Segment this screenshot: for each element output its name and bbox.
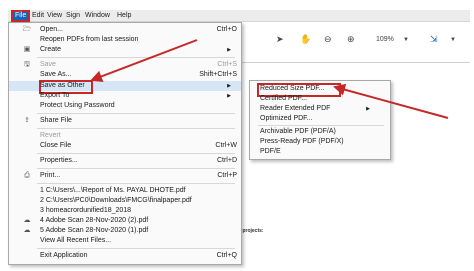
- zoom-level[interactable]: 109%: [376, 36, 394, 43]
- menu-file[interactable]: File: [11, 10, 31, 22]
- menu-item-create[interactable]: ▣ Create ▶: [9, 45, 241, 55]
- save-as-other-submenu: Reduced Size PDF... Certified PDF... Rea…: [249, 80, 391, 160]
- submenu-arrow-icon: ▶: [227, 47, 231, 53]
- share-icon: ⇪: [24, 117, 30, 124]
- print-icon: ⎙: [24, 172, 30, 179]
- submenu-arrow-icon: ▶: [227, 93, 231, 99]
- menu-item-view-all-recent[interactable]: View All Recent Files...: [9, 236, 241, 246]
- file-menu: 🗁 Open... Ctrl+O Reopen PDFs from last s…: [8, 22, 242, 265]
- submenu-arrow-icon: ▶: [366, 106, 370, 112]
- cursor-icon[interactable]: ➤: [276, 34, 284, 45]
- menu-edit[interactable]: Edit: [30, 10, 46, 21]
- chevron-down-icon[interactable]: ▼: [450, 37, 456, 43]
- menu-item-properties[interactable]: Properties... Ctrl+D: [9, 156, 241, 166]
- menu-separator: [37, 168, 235, 169]
- menu-separator: [37, 248, 235, 249]
- menu-item-reopen[interactable]: Reopen PDFs from last session: [9, 35, 241, 45]
- menu-item-exit[interactable]: Exit Application Ctrl+Q: [9, 251, 241, 261]
- menu-item-share-file[interactable]: ⇪ Share File: [9, 116, 241, 126]
- menu-bar: File Edit View Sign Window Help: [8, 10, 470, 22]
- fit-page-icon[interactable]: ⇲: [430, 34, 438, 45]
- hand-icon[interactable]: ✋: [300, 34, 311, 45]
- menu-item-print[interactable]: ⎙ Print... Ctrl+P: [9, 171, 241, 181]
- menu-item-save[interactable]: 🖫 Save Ctrl+S: [9, 60, 241, 70]
- menu-item-open[interactable]: 🗁 Open... Ctrl+O: [9, 25, 241, 35]
- menu-sign[interactable]: Sign: [64, 10, 82, 21]
- menu-item-close-file[interactable]: Close File Ctrl+W: [9, 141, 241, 151]
- recent-file-3[interactable]: 3 homeacrordunified18_2018: [9, 206, 241, 216]
- menu-item-save-as-other[interactable]: Save as Other ▶: [9, 80, 241, 94]
- create-pdf-icon: ▣: [23, 46, 31, 53]
- menu-item-protect[interactable]: Protect Using Password: [9, 101, 241, 111]
- submenu-item-press-ready-pdf[interactable]: Press-Ready PDF (PDF/X): [250, 137, 390, 147]
- submenu-item-reader-extended[interactable]: Reader Extended PDF ▶: [250, 104, 390, 114]
- recent-file-2[interactable]: 2 C:\Users\PC0\Downloads\FMCG\finalpaper…: [9, 196, 241, 206]
- submenu-item-reduced-size-pdf[interactable]: Reduced Size PDF...: [250, 83, 390, 97]
- submenu-item-certified-pdf[interactable]: Certified PDF...: [250, 94, 390, 104]
- cloud-icon: ☁: [23, 217, 31, 224]
- menu-view[interactable]: View: [45, 10, 64, 21]
- menu-help[interactable]: Help: [115, 10, 133, 21]
- menu-separator: [37, 113, 235, 114]
- cloud-icon: ☁: [23, 227, 31, 234]
- submenu-item-archivable-pdf[interactable]: Archivable PDF (PDF/A): [250, 127, 390, 137]
- menu-item-export-to[interactable]: Export To ▶: [9, 91, 241, 101]
- chevron-down-icon[interactable]: ▼: [403, 37, 409, 43]
- save-icon: 🖫: [24, 61, 30, 68]
- menu-window[interactable]: Window: [83, 10, 112, 21]
- submenu-arrow-icon: ▶: [227, 83, 231, 89]
- submenu-item-optimized-pdf[interactable]: Optimized PDF...: [250, 114, 390, 124]
- zoom-in-icon[interactable]: ⊕: [347, 34, 355, 45]
- menu-separator: [37, 128, 235, 129]
- submenu-item-pdf-e[interactable]: PDF/E: [250, 147, 390, 157]
- zoom-out-icon[interactable]: ⊖: [324, 34, 332, 45]
- app-window: File Edit View Sign Window Help ➤ ✋ ⊖ ⊕ …: [0, 0, 474, 271]
- menu-separator: [37, 183, 235, 184]
- menu-separator: [37, 57, 235, 58]
- recent-file-1[interactable]: 1 C:\Users\...\Report of Ms. PAYAL DHOTE…: [9, 186, 241, 196]
- menu-separator: [37, 153, 235, 154]
- menu-separator: [258, 125, 384, 126]
- menu-item-save-as[interactable]: Save As... Shift+Ctrl+S: [9, 70, 241, 80]
- menu-item-revert[interactable]: Revert: [9, 131, 241, 141]
- folder-icon: 🗁: [22, 26, 32, 33]
- recent-file-4[interactable]: ☁ 4 Adobe Scan 28-Nov-2020 (2).pdf: [9, 216, 241, 226]
- recent-file-5[interactable]: ☁ 5 Adobe Scan 28-Nov-2020 (1).pdf: [9, 226, 241, 236]
